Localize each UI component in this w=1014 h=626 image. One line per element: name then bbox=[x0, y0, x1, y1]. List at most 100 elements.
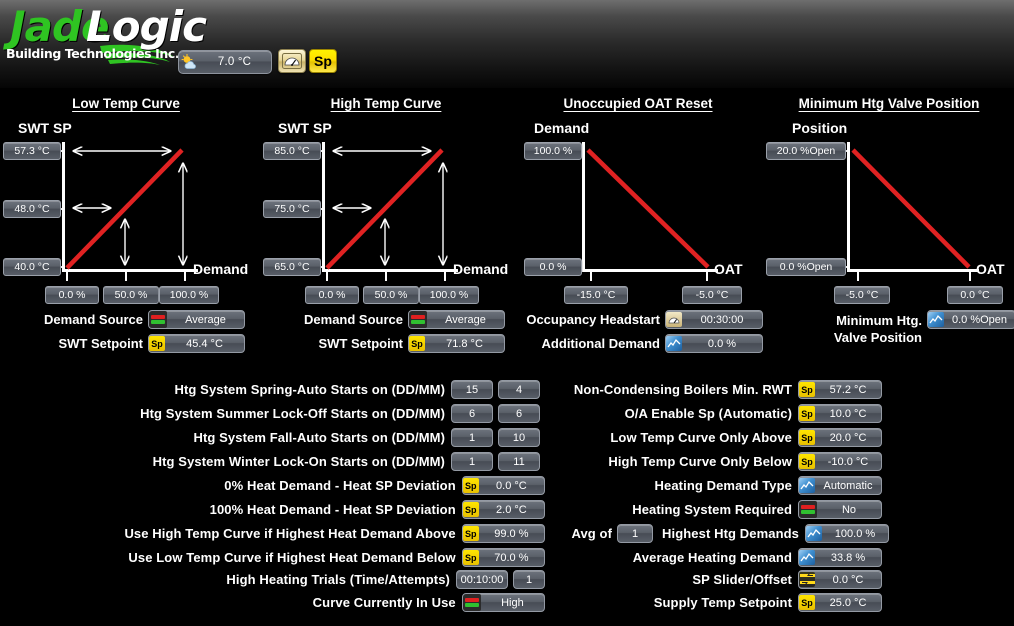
red-green-bars-icon bbox=[462, 594, 481, 611]
chart-x-tick-label-0[interactable]: 0.0 % bbox=[45, 286, 99, 304]
chart-field-value-swt-setpoint[interactable]: Sp 71.8 °C bbox=[408, 334, 505, 353]
chart-x-tick-label-1[interactable]: 50.0 % bbox=[103, 286, 159, 304]
setpoint-button[interactable]: Sp bbox=[309, 49, 337, 73]
form-value-use-high-temp-curve[interactable]: Sp 99.0 % bbox=[461, 524, 545, 543]
form-value-curve-in-use[interactable]: High bbox=[461, 593, 545, 612]
chart-y-tick-label-1[interactable]: 48.0 °C bbox=[3, 200, 61, 218]
logo-tagline: Building Technologies Inc. bbox=[6, 46, 180, 61]
chart-x-tick-0 bbox=[66, 272, 68, 281]
form-value-min-rwt[interactable]: Sp 57.2 °C bbox=[798, 380, 882, 399]
form-row-100pct-heat-demand: 100% Heat Demand - Heat SP Deviation Sp … bbox=[0, 500, 545, 519]
form-value-mm[interactable]: 10 bbox=[498, 428, 540, 447]
chart-x-tick-label-1[interactable]: -5.0 °C bbox=[682, 286, 742, 304]
form-row-oa-enable-sp: O/A Enable Sp (Automatic) Sp 10.0 °C bbox=[560, 404, 890, 423]
chart-x-tick-label-2[interactable]: 100.0 % bbox=[159, 286, 219, 304]
form-label: Average Heating Demand bbox=[632, 550, 792, 565]
form-value-text: 57.2 °C bbox=[829, 383, 867, 396]
form-value-low-curve-only-above[interactable]: Sp 20.0 °C bbox=[798, 428, 882, 447]
trend-icon bbox=[806, 526, 822, 541]
form-value-highest-htg-demands[interactable]: 100.0 % bbox=[805, 524, 889, 543]
form-value-use-low-temp-curve[interactable]: Sp 70.0 % bbox=[461, 548, 545, 567]
chart-y-tick-label-0[interactable]: 20.0 %Open bbox=[766, 142, 846, 160]
sp-icon: Sp bbox=[462, 550, 479, 565]
form-value-high-curve-only-below[interactable]: Sp -10.0 °C bbox=[798, 452, 882, 471]
form-value-text: 25.0 °C bbox=[829, 596, 867, 609]
form-row-fall-auto: Htg System Fall-Auto Starts on (DD/MM) 1… bbox=[0, 428, 540, 447]
chart-x-tick-label-1[interactable]: 50.0 % bbox=[363, 286, 419, 304]
form-value-trial-time[interactable]: 00:10:00 bbox=[456, 570, 508, 589]
chart-x-tick-label-0[interactable]: 0.0 % bbox=[305, 286, 359, 304]
weather-sun-cloud-icon bbox=[181, 54, 198, 70]
form-row-curve-in-use: Curve Currently In Use High bbox=[0, 593, 545, 612]
sp-icon: Sp bbox=[462, 526, 479, 541]
chart-x-tick-label-0[interactable]: -5.0 °C bbox=[834, 286, 890, 304]
form-value-oa-enable-sp[interactable]: Sp 10.0 °C bbox=[798, 404, 882, 423]
chart-y-axis-label: SWT SP bbox=[18, 120, 72, 136]
gauge-button[interactable] bbox=[278, 49, 306, 73]
chart-low-temp-curve: Low Temp Curve SWT SP Demand 57.3 °C 48.… bbox=[0, 96, 252, 406]
chart-x-tick-label-0[interactable]: -15.0 °C bbox=[564, 286, 628, 304]
chart-y-tick-label-0[interactable]: 100.0 % bbox=[524, 142, 582, 160]
form-value-text: 100.0 % bbox=[834, 527, 876, 540]
form-value-dd[interactable]: 6 bbox=[451, 404, 493, 423]
form-value-heating-system-required[interactable]: No bbox=[798, 500, 882, 519]
chart-field-value-occupancy-headstart[interactable]: 00:30:00 bbox=[665, 310, 763, 329]
sp-button-label-wrap: Sp bbox=[309, 49, 337, 73]
chart-annotation-arrows bbox=[322, 142, 462, 272]
form-value-average-heating-demand[interactable]: 33.8 % bbox=[798, 548, 882, 567]
chart-field-value-swt-setpoint[interactable]: Sp 45.4 °C bbox=[148, 334, 245, 353]
form-value-text: No bbox=[841, 503, 857, 516]
chart-y-tick-label-1[interactable]: 75.0 °C bbox=[263, 200, 321, 218]
chart-x-axis-label: OAT bbox=[714, 261, 743, 277]
form-label: Curve Currently In Use bbox=[312, 595, 456, 610]
chart-y-tick-label-2[interactable]: 40.0 °C bbox=[3, 258, 61, 276]
chart-y-tick-label-0[interactable]: 85.0 °C bbox=[263, 142, 321, 160]
chart-field-text: 71.8 °C bbox=[446, 337, 483, 350]
sp-icon: Sp bbox=[799, 430, 815, 445]
form-value-text: 11 bbox=[513, 455, 525, 468]
form-value-mm[interactable]: 4 bbox=[498, 380, 540, 399]
form-value-heating-demand-type[interactable]: Automatic bbox=[798, 476, 882, 495]
chart-field-label-occupancy-headstart: Occupancy Headstart bbox=[526, 312, 660, 327]
form-value-100pct-heat-demand[interactable]: Sp 2.0 °C bbox=[461, 500, 545, 519]
chart-field-value-demand-source[interactable]: Average bbox=[148, 310, 245, 329]
form-value-mm[interactable]: 6 bbox=[498, 404, 540, 423]
form-value-sp-slider-offset[interactable]: 0.0 °C bbox=[798, 570, 882, 589]
form-value-0pct-heat-demand[interactable]: Sp 0.0 °C bbox=[461, 476, 545, 495]
chart-x-tick-2 bbox=[184, 272, 186, 281]
outdoor-temperature-value: 7.0 °C bbox=[217, 56, 252, 68]
chart-minimum-htg-valve-position: Minimum Htg Valve Position Position OAT … bbox=[764, 96, 1014, 406]
form-row-0pct-heat-demand: 0% Heat Demand - Heat SP Deviation Sp 0.… bbox=[0, 476, 545, 495]
chart-field-value-min-valve-position[interactable]: 0.0 %Open bbox=[927, 310, 1014, 329]
form-value-dd[interactable]: 1 bbox=[451, 452, 493, 471]
form-value-text: 0.0 °C bbox=[496, 479, 527, 492]
chart-y-tick-label-1[interactable]: 0.0 % bbox=[524, 258, 582, 276]
chart-x-tick-label-1[interactable]: 0.0 °C bbox=[947, 286, 1003, 304]
form-label: Htg System Winter Lock-On Starts on (DD/… bbox=[152, 454, 445, 469]
chart-field-value-demand-source[interactable]: Average bbox=[408, 310, 505, 329]
outdoor-temperature-display[interactable]: 7.0 °C bbox=[178, 50, 272, 75]
form-value-dd[interactable]: 1 bbox=[451, 428, 493, 447]
form-value-trial-attempts[interactable]: 1 bbox=[513, 570, 545, 589]
chart-x-tick-label-2[interactable]: 100.0 % bbox=[419, 286, 479, 304]
sp-icon: Sp bbox=[149, 336, 165, 351]
chart-field-label-additional-demand: Additional Demand bbox=[541, 336, 660, 351]
chart-y-tick-label-2[interactable]: 65.0 °C bbox=[263, 258, 321, 276]
chart-y-axis-label: Position bbox=[792, 120, 848, 136]
form-value-supply-temp-setpoint[interactable]: Sp 25.0 °C bbox=[798, 593, 882, 612]
form-value-mm[interactable]: 11 bbox=[498, 452, 540, 471]
chart-y-tick-label-0[interactable]: 57.3 °C bbox=[3, 142, 61, 160]
form-value-text: Automatic bbox=[823, 479, 873, 492]
chart-y-tick-label-1[interactable]: 0.0 %Open bbox=[766, 258, 846, 276]
form-value-avg-count[interactable]: 1 bbox=[617, 524, 653, 543]
form-row-heating-demand-type: Heating Demand Type Automatic bbox=[560, 476, 890, 495]
form-value-text: 1 bbox=[468, 455, 476, 468]
chart-field-value-additional-demand[interactable]: 0.0 % bbox=[665, 334, 763, 353]
form-value-text: 00:10:00 bbox=[460, 573, 504, 586]
logo-text-logic: Logic bbox=[86, 2, 207, 51]
form-value-dd[interactable]: 15 bbox=[451, 380, 493, 399]
form-row-summer-lockoff: Htg System Summer Lock-Off Starts on (DD… bbox=[0, 404, 540, 423]
form-label: Heating Demand Type bbox=[654, 478, 792, 493]
sp-icon: Sp bbox=[462, 478, 479, 493]
chart-x-tick-2 bbox=[444, 272, 446, 281]
